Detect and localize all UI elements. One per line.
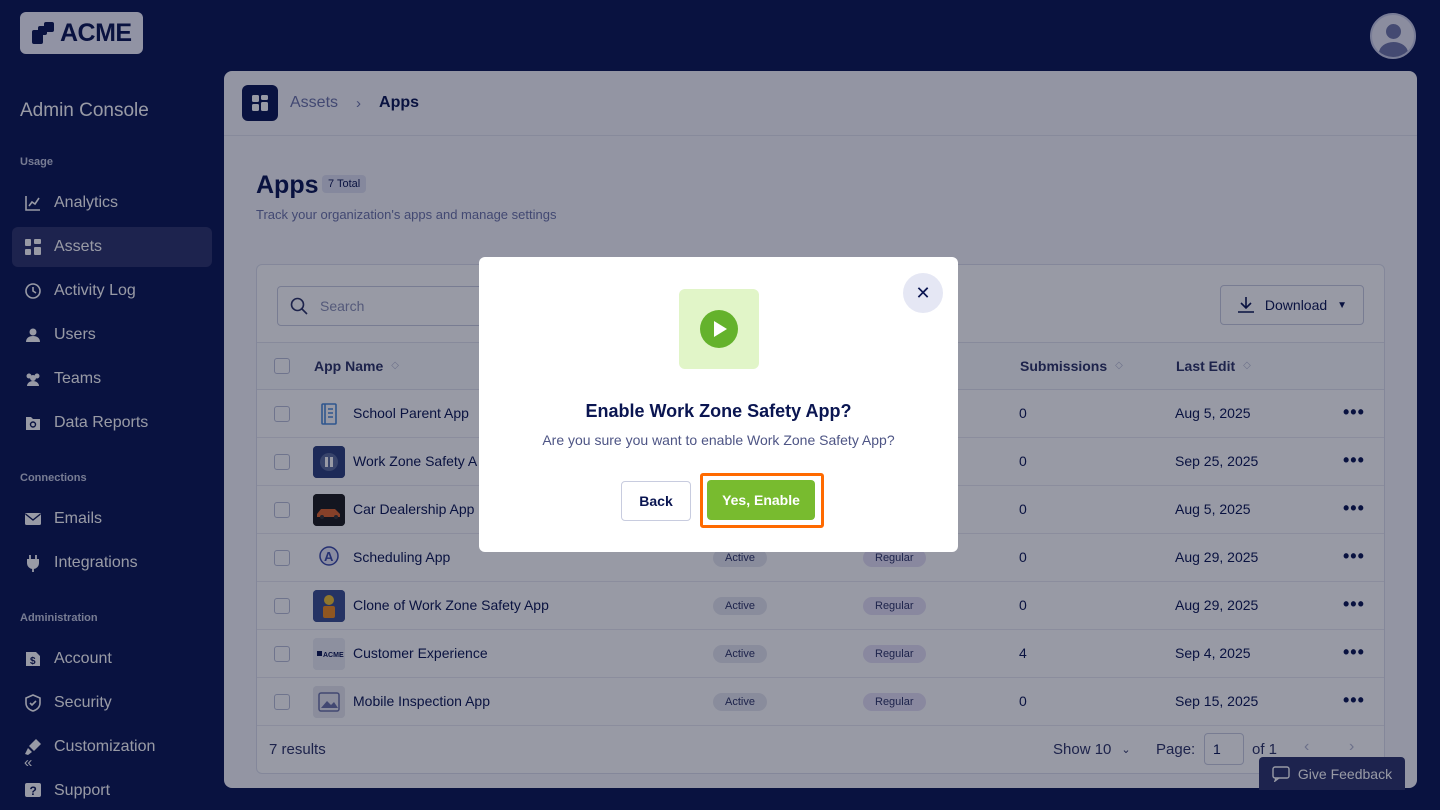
back-button[interactable]: Back bbox=[621, 481, 691, 521]
enable-app-dialog: ✕ Enable Work Zone Safety App? Are you s… bbox=[479, 257, 958, 552]
close-icon[interactable]: ✕ bbox=[903, 273, 943, 313]
dialog-message: Are you sure you want to enable Work Zon… bbox=[542, 432, 895, 448]
play-icon bbox=[679, 289, 759, 369]
yes-enable-button[interactable]: Yes, Enable bbox=[707, 480, 815, 520]
dialog-title: Enable Work Zone Safety App? bbox=[585, 401, 852, 421]
